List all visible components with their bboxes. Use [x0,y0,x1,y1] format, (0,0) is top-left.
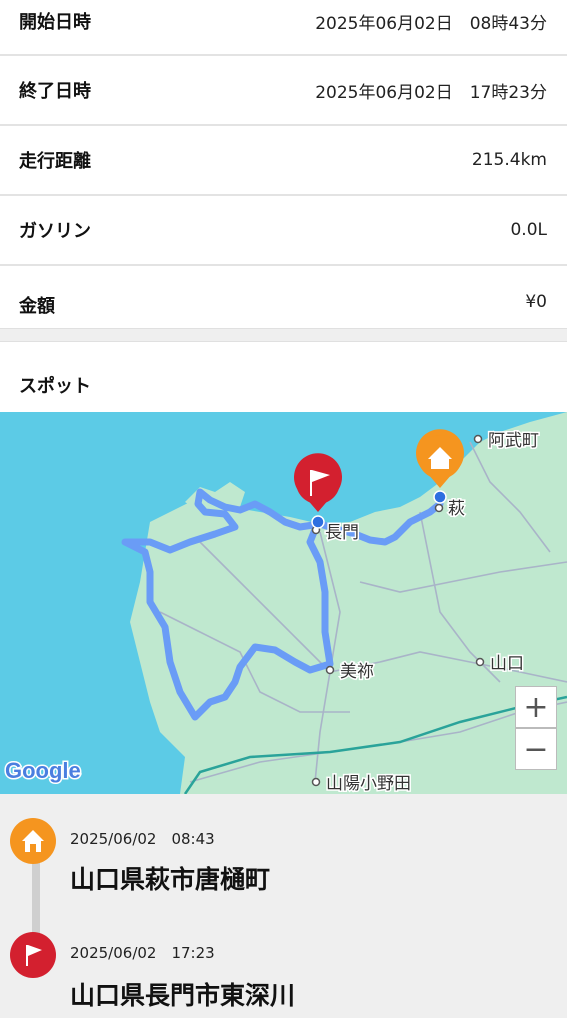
spot-header: スポット [0,342,567,412]
summary-row-end: 終了日時 2025年06月02日 17時23分 [0,56,567,126]
place-dot-yamaguchi [475,657,485,667]
place-label-hagi: 萩 [448,499,465,518]
end-label: 終了日時 [19,81,91,102]
timeline-address: 山口県萩市唐樋町 [70,865,271,894]
place-dot-sanyo [311,777,321,787]
summary-row-start: 開始日時 2025年06月02日 08時43分 [0,0,567,56]
zoom-in-label: + [523,689,549,725]
zoom-out-button[interactable]: − [515,728,557,770]
section-divider [0,328,567,342]
place-dot-abu [473,434,483,444]
start-label: 開始日時 [19,12,91,33]
summary-row-distance: 走行距離 215.4km [0,126,567,196]
summary-row-amount: 金額 ¥0 [0,266,567,328]
summary-row-gasoline: ガソリン 0.0L [0,196,567,266]
spot-title: スポット [19,376,91,397]
timeline-time: 2025/06/02 17:23 [70,944,215,962]
timeline: 2025/06/02 08:43 山口県萩市唐樋町 2025/06/02 17:… [0,794,567,1018]
start-value: 2025年06月02日 08時43分 [315,14,547,34]
place-label-sanyo: 山陽小野田 [326,774,411,793]
place-label-nagato: 長門 [325,523,359,542]
timeline-time: 2025/06/02 08:43 [70,830,215,848]
distance-label: 走行距離 [19,151,91,172]
start-point-dot [433,490,447,504]
map-canvas[interactable]: 阿武町 萩 長門 山口 美祢 山陽小野田 Google [0,412,567,794]
timeline-address: 山口県長門市東深川 [70,981,296,1010]
zoom-in-button[interactable]: + [515,686,557,728]
amount-label: 金額 [19,296,55,317]
gasoline-value: 0.0L [510,220,547,240]
place-label-mine: 美祢 [340,662,374,681]
home-icon [10,818,56,864]
flag-icon [10,932,56,978]
zoom-out-label: − [523,731,549,767]
gasoline-label: ガソリン [19,221,91,242]
place-dot-mine [325,665,335,675]
end-value: 2025年06月02日 17時23分 [315,82,547,103]
place-label-yamaguchi: 山口 [490,654,524,673]
end-point-dot [311,515,325,529]
google-logo: Google [5,758,81,783]
amount-value: ¥0 [525,292,547,312]
route-map[interactable]: 阿武町 萩 長門 山口 美祢 山陽小野田 Google + − [0,412,567,794]
distance-value: 215.4km [471,150,547,170]
place-dot-hagi [434,503,444,513]
place-label-abu: 阿武町 [488,431,539,450]
